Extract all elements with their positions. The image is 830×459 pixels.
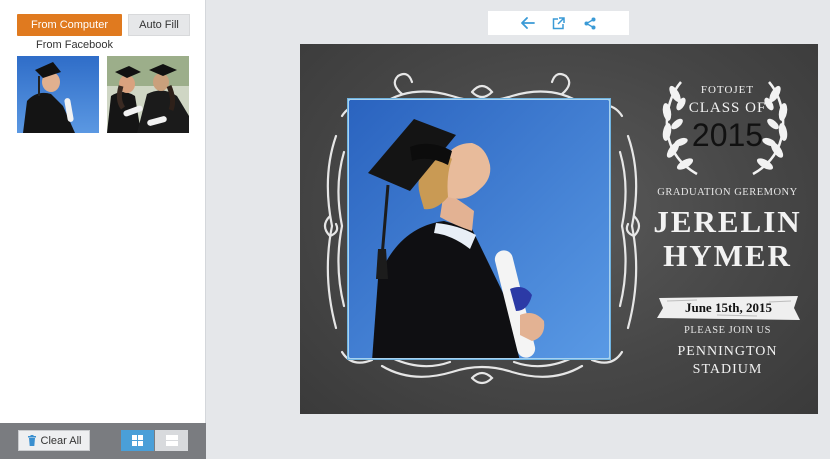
- clear-all-label: Clear All: [40, 434, 82, 447]
- thumbnail-graduate-woman[interactable]: [17, 56, 99, 133]
- from-facebook-link[interactable]: From Facebook: [36, 39, 113, 51]
- top-toolbar: [488, 11, 629, 35]
- invitation-card: FOTOJET CLASS OF 2015 GRADUATION GEREMON…: [300, 44, 818, 414]
- brand-text: FOTOJET: [700, 84, 755, 96]
- graduation-year: 2015: [691, 117, 764, 153]
- trash-icon: [27, 435, 36, 446]
- back-arrow-icon[interactable]: [520, 15, 536, 31]
- auto-fill-button[interactable]: Auto Fill: [128, 14, 190, 36]
- class-of-text: CLASS OF: [688, 100, 767, 116]
- clear-all-button[interactable]: Clear All: [18, 430, 90, 451]
- list-view-button[interactable]: [155, 430, 188, 451]
- share-icon[interactable]: [582, 15, 598, 31]
- grid-view-button[interactable]: [121, 430, 154, 451]
- bottom-bar: Clear All: [0, 423, 206, 459]
- list-icon: [165, 435, 178, 446]
- event-date: June 15th, 2015: [684, 300, 773, 315]
- from-computer-tab[interactable]: From Computer: [17, 14, 122, 36]
- venue-line-2: STADIUM: [692, 362, 763, 377]
- thumbnail-two-graduates[interactable]: [107, 56, 189, 133]
- graduate-last-name: HYMER: [663, 238, 792, 273]
- graduate-photo-slot[interactable]: [347, 98, 611, 360]
- venue-line-1: PENNINGTON: [677, 344, 778, 359]
- ceremony-title: GRADUATION GEREMONY: [657, 187, 798, 198]
- invitation-text-block: FOTOJET CLASS OF 2015 GRADUATION GEREMON…: [645, 44, 810, 414]
- export-icon[interactable]: [551, 15, 567, 31]
- graduate-first-name: JERELIN: [653, 204, 802, 239]
- left-panel: From Computer Auto Fill From Facebook Cl…: [0, 0, 206, 459]
- invite-text: PLEASE JOIN US: [684, 325, 771, 336]
- grid-icon: [132, 435, 143, 446]
